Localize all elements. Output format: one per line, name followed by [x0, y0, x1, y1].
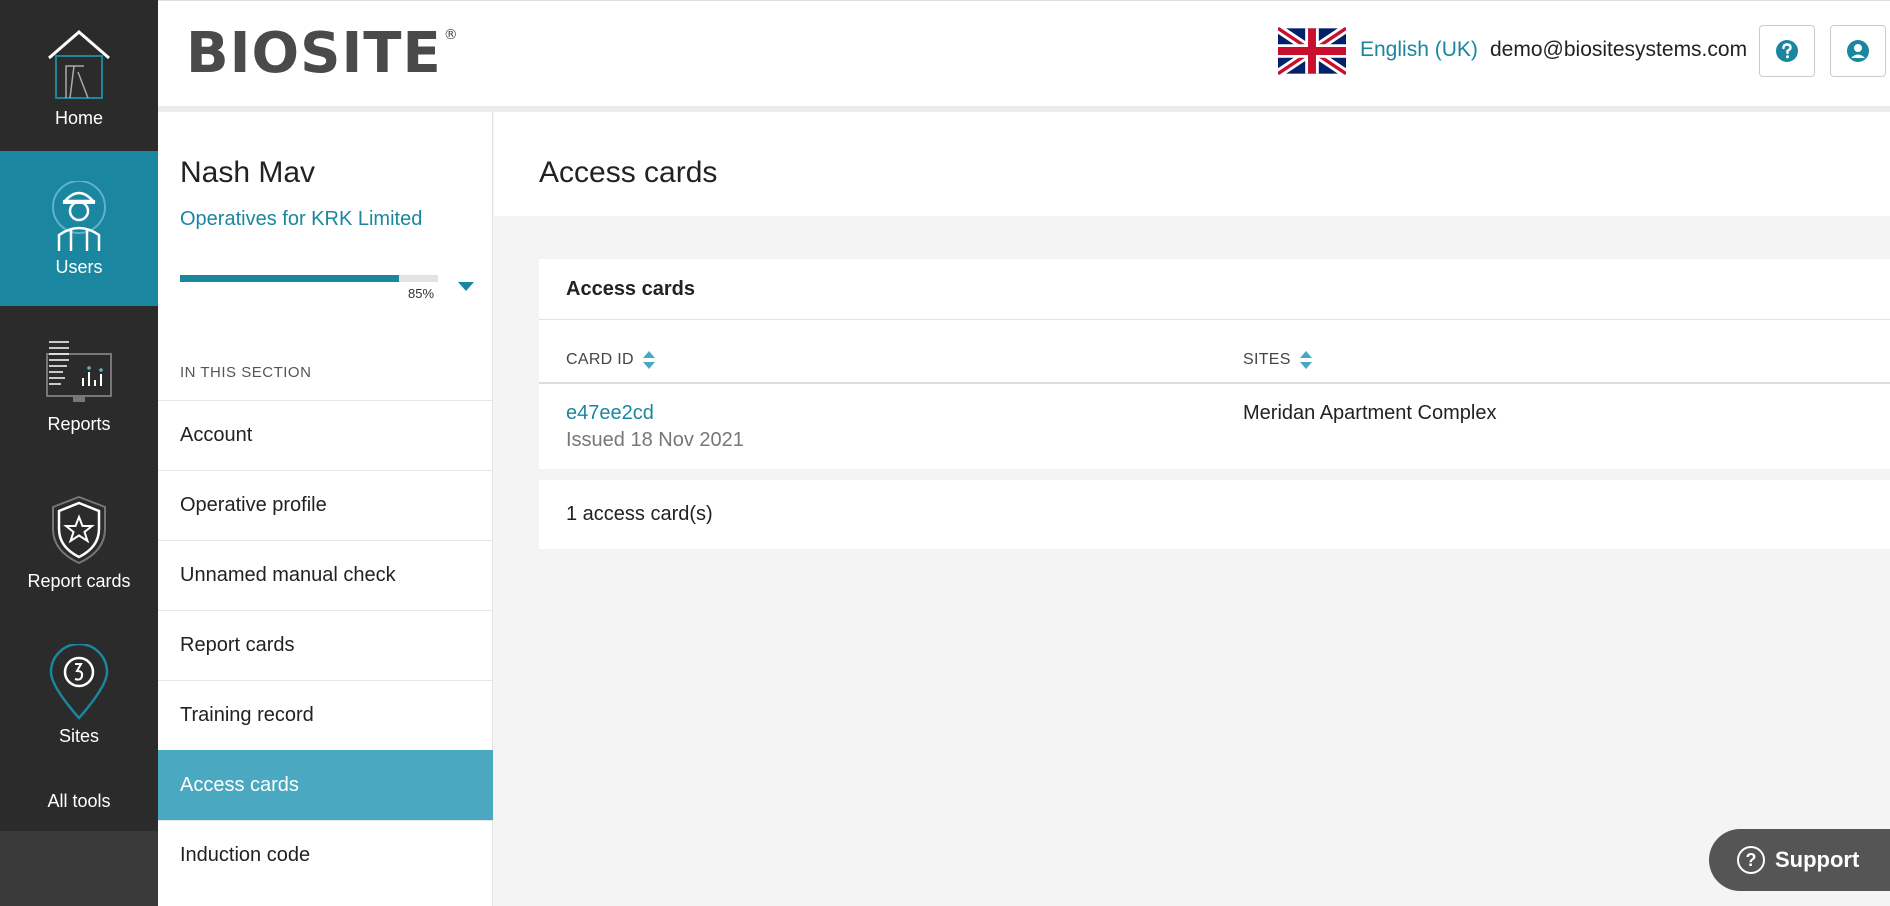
shield-star-icon — [52, 495, 106, 565]
nav-users-label: Users — [55, 257, 103, 277]
user-circle-icon — [1847, 40, 1869, 62]
table-header: CARD ID SITES — [539, 320, 1890, 384]
worker-icon — [52, 181, 106, 251]
nav-all-tools-label: All tools — [47, 791, 111, 811]
panel-title: Access cards — [539, 259, 1890, 320]
menu-item-induction-code[interactable]: Induction code — [158, 820, 493, 890]
nav-reports-label: Reports — [47, 414, 111, 434]
reports-icon — [46, 341, 112, 402]
main-title-bar: Access cards — [494, 112, 1890, 216]
language-selector[interactable]: English (UK) — [1360, 38, 1478, 62]
nav-reports[interactable]: Reports — [0, 306, 158, 461]
menu-item-training-record[interactable]: Training record — [158, 680, 493, 750]
section-heading: IN THIS SECTION — [180, 364, 312, 381]
card-site: Meridan Apartment Complex — [1243, 402, 1497, 424]
card-issued-date: Issued 18 Nov 2021 — [566, 429, 744, 451]
nav-report-cards-label: Report cards — [27, 571, 131, 591]
logo-mark: ® — [443, 27, 459, 43]
logo-text: BIOSITE — [186, 21, 442, 86]
nav-report-cards[interactable]: Report cards — [0, 461, 158, 616]
profile-progress-bar — [180, 275, 438, 282]
profile-progress-fill — [180, 275, 400, 282]
sort-icon — [642, 351, 655, 369]
page-title: Access cards — [539, 156, 718, 189]
nav-filler — [0, 831, 158, 906]
question-icon: ? — [1737, 846, 1765, 874]
support-label: Support — [1775, 847, 1860, 872]
section-menu: Account Operative profile Unnamed manual… — [158, 400, 493, 890]
table-row: e47ee2cd Issued 18 Nov 2021 Meridan Apar… — [539, 384, 1890, 469]
menu-item-account[interactable]: Account — [158, 400, 493, 470]
user-email: demo@biositesystems.com — [1490, 38, 1748, 61]
profile-progress-label: 85% — [408, 286, 435, 301]
column-header-sites[interactable]: SITES — [1243, 350, 1313, 370]
user-menu-button[interactable] — [1830, 25, 1886, 77]
nav-all-tools[interactable]: All tools — [0, 771, 158, 831]
nav-sites[interactable]: Sites — [0, 616, 158, 771]
nav-users[interactable]: Users — [0, 151, 158, 306]
chevron-down-icon[interactable] — [458, 282, 474, 291]
access-card-count: 1 access card(s) — [539, 480, 1890, 549]
menu-item-report-cards[interactable]: Report cards — [158, 610, 493, 680]
left-nav: Home Users Reports Report cards Sites Al… — [0, 0, 158, 906]
menu-item-operative-profile[interactable]: Operative profile — [158, 470, 493, 540]
person-company-link[interactable]: Operatives for KRK Limited — [180, 208, 422, 231]
access-cards-panel: Access cards CARD ID SITES e47ee2cd Issu… — [539, 259, 1890, 469]
support-button[interactable]: ? Support — [1709, 829, 1890, 891]
column-sites-label: SITES — [1243, 351, 1291, 368]
sort-icon — [1299, 351, 1312, 369]
top-header: BIOSITE ® English (UK) demo@biositesystem… — [158, 0, 1890, 106]
card-id-link[interactable]: e47ee2cd — [566, 402, 654, 425]
help-button[interactable] — [1759, 25, 1815, 77]
column-card-id-label: CARD ID — [566, 351, 634, 368]
home-icon — [48, 30, 110, 99]
location-pin-icon — [49, 644, 109, 720]
uk-flag-icon[interactable] — [1278, 27, 1346, 75]
section-sidebar: Nash Mav Operatives for KRK Limited 85% … — [158, 112, 493, 906]
menu-item-access-cards[interactable]: Access cards — [158, 750, 493, 820]
person-name: Nash Mav — [180, 156, 316, 189]
nav-home-label: Home — [54, 108, 103, 128]
column-header-card-id[interactable]: CARD ID — [566, 350, 656, 370]
nav-sites-label: Sites — [58, 726, 100, 746]
nav-home[interactable]: Home — [0, 0, 158, 151]
menu-item-unnamed-manual-check[interactable]: Unnamed manual check — [158, 540, 493, 610]
question-circle-icon — [1776, 40, 1798, 62]
biosite-logo[interactable]: BIOSITE ® — [186, 21, 459, 86]
